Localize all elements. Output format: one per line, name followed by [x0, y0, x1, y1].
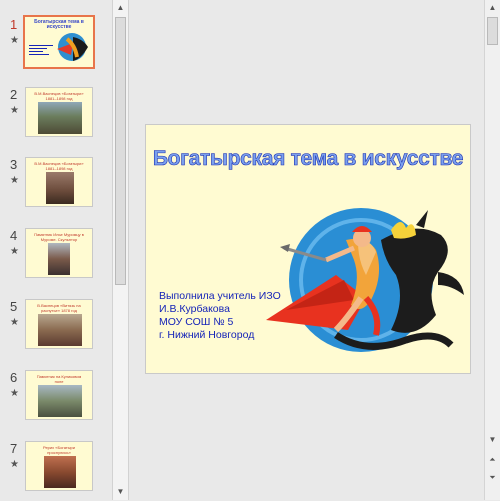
thumbnail-painting: [38, 314, 82, 346]
warrior-dragon-illustration: [266, 208, 464, 352]
animation-star-icon: ★: [10, 35, 19, 46]
thumbnail-title: Рерих «Богатыри проснулись»: [42, 445, 76, 455]
slide-thumbnail-pane: 1 ★ Богатырская тема в искусстве 2 ★ В.М…: [0, 0, 112, 500]
slide-title[interactable]: Богатырская тема в искусстве: [146, 147, 470, 171]
slide-editing-area: Богатырская тема в искусстве Выполнила у…: [129, 0, 484, 500]
animation-star-icon: ★: [10, 175, 19, 186]
slide-thumbnail-6[interactable]: Памятник на Куликовом поле: [25, 370, 93, 420]
slide-number: 5: [10, 299, 18, 314]
scroll-down-icon[interactable]: ▼: [485, 432, 500, 448]
animation-star-icon: ★: [10, 317, 19, 328]
thumbnail-scrollbar[interactable]: ▲ ▼: [112, 0, 129, 500]
author-line-3: МОУ СОШ № 5: [159, 316, 234, 328]
author-line-4: г. Нижний Новгород: [159, 329, 255, 341]
thumbnail-row-5[interactable]: 5 ★ В.Васнецов «Витязь на распутье» 1878…: [0, 299, 112, 359]
thumbnail-row-1[interactable]: 1 ★ Богатырская тема в искусстве: [0, 15, 112, 77]
next-slide-icon[interactable]: ⏷: [485, 470, 500, 486]
slide-thumbnail-2[interactable]: В.М.Васнецов «Богатыри» 1881–1898 год: [25, 87, 93, 137]
thumbnail-row-2[interactable]: 2 ★ В.М.Васнецов «Богатыри» 1881–1898 го…: [0, 87, 112, 147]
slide-number: 2: [10, 87, 18, 102]
slide-thumbnail-4[interactable]: Памятник Илье Муромцу в Муроме. Скульпто…: [25, 228, 93, 278]
thumbnail-painting: [38, 385, 82, 417]
thumbnail-title: В.М.Васнецов «Богатыри» 1881–1898 год: [34, 161, 84, 171]
slide-number: 3: [10, 157, 18, 172]
slide-thumbnail-3[interactable]: В.М.Васнецов «Богатыри» 1881–1898 год: [25, 157, 93, 207]
slide-thumbnail-5[interactable]: В.Васнецов «Витязь на распутье» 1878 год: [25, 299, 93, 349]
scroll-up-icon[interactable]: ▲: [485, 0, 500, 16]
thumbnail-painting: [44, 456, 76, 488]
slide-thumbnail-1[interactable]: Богатырская тема в искусстве: [23, 15, 95, 69]
scroll-down-icon[interactable]: ▼: [113, 484, 128, 500]
thumbnail-title: В.М.Васнецов «Богатыри» 1881–1898 год: [34, 91, 84, 101]
slide-scrollbar[interactable]: ▲ ▼ ⏶ ⏷: [484, 0, 500, 500]
slide-number: 7: [10, 441, 18, 456]
current-slide[interactable]: Богатырская тема в искусстве Выполнила у…: [145, 124, 471, 374]
thumbnail-painting: [46, 172, 74, 204]
previous-slide-icon[interactable]: ⏶: [485, 452, 500, 468]
slide-number: 4: [10, 228, 18, 243]
thumbnail-painting: [38, 102, 82, 134]
author-line-1: Выполнила учитель ИЗО: [159, 290, 281, 302]
author-line-2: И.В.Курбакова: [159, 303, 230, 315]
thumbnail-title: Памятник на Куликовом поле: [36, 374, 82, 384]
scrollbar-thumb[interactable]: [487, 17, 498, 45]
thumbnail-author-text: [29, 43, 53, 57]
scrollbar-thumb[interactable]: [115, 17, 126, 285]
slide-number: 6: [10, 370, 18, 385]
slide-thumbnail-7[interactable]: Рерих «Богатыри проснулись»: [25, 441, 93, 491]
thumbnail-row-3[interactable]: 3 ★ В.М.Васнецов «Богатыри» 1881–1898 го…: [0, 157, 112, 217]
warrior-dragon-thumbnail-icon: [57, 33, 88, 61]
animation-star-icon: ★: [10, 246, 19, 257]
animation-star-icon: ★: [10, 388, 19, 399]
thumbnail-row-4[interactable]: 4 ★ Памятник Илье Муромцу в Муроме. Скул…: [0, 228, 112, 288]
animation-star-icon: ★: [10, 459, 19, 470]
thumbnail-painting: [48, 243, 70, 275]
slide-number: 1: [10, 17, 18, 32]
animation-star-icon: ★: [10, 105, 19, 116]
scroll-up-icon[interactable]: ▲: [113, 0, 128, 16]
thumbnail-title: В.Васнецов «Витязь на распутье» 1878 год: [37, 303, 81, 313]
thumbnail-row-6[interactable]: 6 ★ Памятник на Куликовом поле: [0, 370, 112, 430]
thumbnail-row-7[interactable]: 7 ★ Рерих «Богатыри проснулись»: [0, 441, 112, 501]
